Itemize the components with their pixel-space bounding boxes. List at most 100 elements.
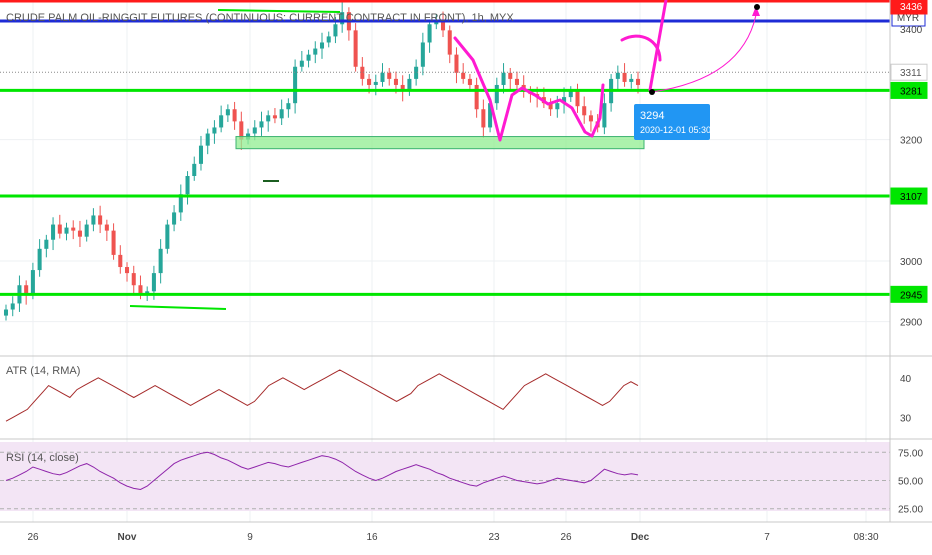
time-tick-label: 7	[764, 532, 770, 543]
candle-body	[64, 227, 69, 234]
price-tooltip: 3294 2020-12-01 05:30	[634, 104, 711, 140]
candle-body	[326, 36, 331, 43]
candle-body	[454, 54, 459, 73]
time-tick-label: 26	[560, 532, 572, 543]
candle-body	[461, 72, 466, 79]
candle-body	[481, 109, 486, 128]
projection-start-dot	[649, 89, 655, 95]
time-tick-label: 23	[488, 532, 500, 543]
candle-body	[57, 224, 62, 234]
candle-body	[192, 163, 197, 176]
time-tick-label: 26	[27, 532, 39, 543]
time-tick-label: Dec	[631, 532, 650, 543]
candle-body	[158, 248, 163, 274]
atr-tick-label: 40	[900, 374, 912, 385]
candle-body	[131, 273, 136, 286]
tooltip-datetime: 2020-12-01 05:30	[640, 125, 711, 135]
rsi-title: RSI (14, close)	[6, 452, 79, 464]
candle-body	[501, 72, 506, 85]
candle-body	[582, 106, 587, 116]
candle-body	[252, 127, 257, 134]
candle-body	[494, 84, 499, 104]
candle-body	[219, 115, 224, 128]
candle-body	[272, 115, 277, 119]
candle-body	[380, 72, 385, 82]
tooltip-price: 3294	[640, 110, 664, 122]
candle-body	[165, 224, 170, 249]
candle-body	[98, 215, 103, 225]
candle-body	[622, 72, 627, 82]
currency-label: MYR	[897, 13, 919, 24]
candle-body	[84, 224, 89, 237]
candle-body	[172, 212, 177, 225]
time-tick-label: Nov	[118, 532, 137, 543]
candle-body	[333, 24, 338, 37]
candle-body	[125, 267, 130, 274]
time-tick-label: 9	[247, 532, 253, 543]
candle-body	[447, 30, 452, 55]
trading-chart: CRUDE PALM OIL-RINGGIT FUTURES (CONTINUO…	[0, 0, 932, 550]
candle-body	[313, 48, 318, 55]
time-tick-label: 08:30	[853, 532, 878, 543]
candle-body	[266, 115, 271, 122]
candle-body	[293, 66, 298, 104]
candle-body	[118, 254, 123, 268]
candle-body	[414, 66, 419, 79]
candle-body	[44, 239, 49, 249]
candle-body	[393, 78, 398, 85]
price-tick-label: 3200	[900, 136, 923, 147]
chart-title: CRUDE PALM OIL-RINGGIT FUTURES (CONTINUO…	[6, 12, 514, 24]
rsi-tick-label: 75.00	[898, 448, 923, 459]
candle-body	[10, 303, 15, 310]
support-zone	[235, 136, 645, 150]
candle-body	[602, 103, 607, 128]
level-badge-text-3311: 3311	[900, 68, 922, 79]
candle-body	[588, 115, 593, 122]
candle-body	[51, 224, 56, 240]
candle-body	[387, 72, 392, 79]
candle-body	[555, 103, 560, 110]
candle-body	[367, 78, 372, 85]
candle-body	[467, 78, 472, 85]
candle-body	[514, 78, 519, 85]
candle-body	[37, 248, 42, 271]
candle-body	[198, 145, 203, 164]
candle-body	[232, 109, 237, 122]
candle-body	[212, 127, 217, 134]
candle-body	[185, 176, 190, 195]
rsi-tick-label: 50.00	[898, 477, 923, 488]
price-tick-label: 3000	[900, 257, 923, 268]
time-tick-label: 16	[366, 532, 378, 543]
candle-body	[91, 215, 96, 225]
candle-body	[360, 66, 365, 79]
atr-title: ATR (14, RMA)	[6, 365, 80, 377]
candle-body	[104, 224, 109, 231]
level-badge-text-3281: 3281	[900, 86, 923, 97]
candle-body	[508, 72, 513, 79]
candle-body	[373, 81, 378, 85]
atr-tick-label: 30	[900, 413, 912, 424]
candle-body	[111, 230, 116, 255]
candle-body	[279, 109, 284, 119]
projection-end-dot	[754, 4, 760, 10]
candle-body	[635, 78, 641, 85]
candle-body	[615, 72, 620, 79]
candle-body	[3, 309, 9, 316]
rsi-tick-label: 25.00	[898, 505, 923, 516]
candle-body	[474, 84, 479, 110]
price-tick-label: 2900	[900, 318, 923, 329]
level-badge-text-3107: 3107	[900, 192, 923, 203]
candle-body	[225, 109, 230, 116]
level-badge-text-3436: 3436	[900, 2, 923, 13]
candle-body	[306, 54, 311, 61]
candle-body	[420, 42, 425, 67]
price-tick-label-top: 3400	[900, 25, 923, 36]
candle-body	[286, 103, 291, 110]
candle-body	[77, 230, 82, 237]
candle-body	[205, 133, 210, 146]
candle-body	[353, 30, 358, 67]
candle-body	[151, 273, 156, 292]
candle-body	[319, 42, 325, 49]
candle-body	[629, 78, 634, 82]
candle-body	[575, 91, 580, 107]
